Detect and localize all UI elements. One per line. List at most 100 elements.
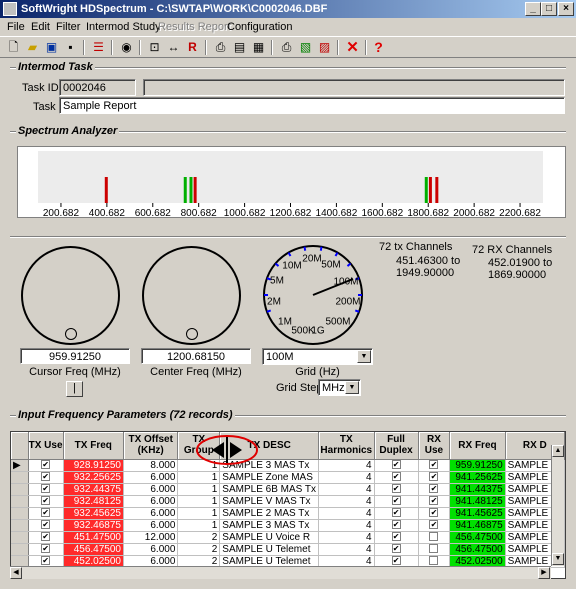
cell-tx-use[interactable]: ✔ bbox=[28, 459, 64, 472]
tx-use-checkbox[interactable]: ✔ bbox=[41, 544, 51, 554]
table-row[interactable]: ✔ 932.45625 6.000 1 SAMPLE 2 MAS Tx 4 ✔ ✔ 941.45… bbox=[11, 507, 565, 520]
col-rx-use[interactable]: RX Use bbox=[418, 432, 451, 460]
cell-tx-desc[interactable]: SAMPLE Zone MAS bbox=[219, 471, 320, 484]
scroll-down-icon[interactable]: ▼ bbox=[552, 553, 564, 565]
cell-tx-desc[interactable]: SAMPLE 3 MAS Tx bbox=[219, 519, 320, 532]
cell-tx-use[interactable]: ✔ bbox=[28, 471, 64, 484]
cell-tx-freq[interactable]: 451.47500 bbox=[63, 531, 125, 544]
cell-full-duplex[interactable]: ✔ bbox=[374, 459, 419, 472]
recalc-icon[interactable]: R bbox=[184, 39, 201, 56]
center-freq-field[interactable]: 1200.68150 bbox=[141, 348, 251, 364]
cell-tx-offset[interactable]: 6.000 bbox=[123, 483, 179, 496]
col-tx-freq[interactable]: TX Freq bbox=[63, 432, 125, 460]
cell-full-duplex[interactable]: ✔ bbox=[374, 471, 419, 484]
select-icon[interactable]: ⊡ bbox=[146, 39, 163, 56]
tx-use-checkbox[interactable]: ✔ bbox=[41, 472, 51, 482]
tx-use-checkbox[interactable]: ✔ bbox=[41, 484, 51, 494]
col-tx-use[interactable]: TX Use bbox=[28, 432, 64, 460]
eye-icon[interactable]: ◉ bbox=[118, 39, 135, 56]
menu-configuration[interactable]: Configuration bbox=[227, 21, 292, 33]
tx-use-checkbox[interactable]: ✔ bbox=[41, 520, 51, 530]
cell-rx-use[interactable]: ✔ bbox=[418, 483, 451, 496]
scroll-right-icon[interactable]: ▶ bbox=[538, 567, 550, 579]
full-duplex-checkbox[interactable]: ✔ bbox=[391, 508, 401, 518]
cell-rx-use[interactable]: ✔ bbox=[418, 495, 451, 508]
cell-tx-harmonics[interactable]: 4 bbox=[318, 471, 375, 484]
cell-rx-freq[interactable]: 456.47500 bbox=[449, 531, 506, 544]
cell-rx-use[interactable]: ✔ bbox=[418, 471, 451, 484]
grid-step-select[interactable]: MHz ▼ bbox=[318, 379, 361, 396]
cell-tx-offset[interactable]: 6.000 bbox=[123, 495, 179, 508]
delete-icon[interactable]: ✕ bbox=[344, 39, 361, 56]
col-full-duplex[interactable]: Full Duplex bbox=[374, 432, 419, 460]
row-selector[interactable]: ▶ bbox=[11, 459, 29, 472]
full-duplex-checkbox[interactable]: ✔ bbox=[391, 460, 401, 470]
cell-full-duplex[interactable]: ✔ bbox=[374, 483, 419, 496]
import-icon[interactable]: ▨ bbox=[316, 39, 333, 56]
row-selector[interactable] bbox=[11, 543, 29, 556]
col-rx-freq[interactable]: RX Freq bbox=[449, 432, 506, 460]
cell-tx-freq[interactable]: 932.48125 bbox=[63, 495, 125, 508]
table-row[interactable]: ✔ 932.46875 6.000 1 SAMPLE 3 MAS Tx 4 ✔ ✔ 941.46… bbox=[11, 519, 565, 532]
cell-tx-use[interactable]: ✔ bbox=[28, 495, 64, 508]
cursor-freq-field[interactable]: 959.91250 bbox=[20, 348, 130, 364]
full-duplex-checkbox[interactable]: ✔ bbox=[391, 532, 401, 542]
cursor-freq-knob[interactable] bbox=[21, 246, 120, 345]
save-icon[interactable]: ▪ bbox=[62, 39, 79, 56]
cell-tx-offset[interactable]: 6.000 bbox=[123, 543, 179, 556]
table-row[interactable]: ✔ 451.47500 12.000 2 SAMPLE U Voice R 4 ✔ 456.4… bbox=[11, 531, 565, 544]
full-duplex-checkbox[interactable]: ✔ bbox=[391, 556, 401, 566]
scroll-left-icon[interactable]: ◀ bbox=[10, 567, 22, 579]
cell-tx-freq[interactable]: 928.91250 bbox=[63, 459, 125, 472]
full-duplex-checkbox[interactable]: ✔ bbox=[391, 520, 401, 530]
close-button[interactable]: × bbox=[558, 2, 574, 16]
row-selector[interactable] bbox=[11, 471, 29, 484]
cell-tx-group[interactable]: 1 bbox=[177, 495, 221, 508]
full-duplex-checkbox[interactable]: ✔ bbox=[391, 472, 401, 482]
cell-tx-harmonics[interactable]: 4 bbox=[318, 459, 375, 472]
print-preview-icon[interactable]: ⎙ bbox=[278, 39, 295, 56]
task-name-input[interactable]: Sample Report bbox=[59, 97, 565, 114]
chevron-down-icon[interactable]: ▼ bbox=[345, 381, 359, 394]
frequency-grid[interactable]: TX Use TX Freq TX Offset (KHz) TX Group … bbox=[10, 431, 566, 579]
row-selector[interactable] bbox=[11, 495, 29, 508]
cell-tx-group[interactable]: 1 bbox=[177, 507, 221, 520]
list-icon[interactable]: ☰ bbox=[90, 39, 107, 56]
cell-tx-harmonics[interactable]: 4 bbox=[318, 519, 375, 532]
cell-rx-freq[interactable]: 941.45625 bbox=[449, 507, 506, 520]
tx-use-checkbox[interactable]: ✔ bbox=[41, 460, 51, 470]
menu-edit[interactable]: Edit bbox=[31, 21, 50, 33]
rx-use-checkbox[interactable]: ✔ bbox=[429, 460, 439, 470]
table-row[interactable]: ✔ 932.25625 6.000 1 SAMPLE Zone MAS 4 ✔ ✔ 941.25… bbox=[11, 471, 565, 484]
cell-tx-use[interactable]: ✔ bbox=[28, 507, 64, 520]
scroll-up-icon[interactable]: ▲ bbox=[552, 445, 564, 457]
menu-filter[interactable]: Filter bbox=[56, 21, 80, 33]
cell-tx-use[interactable]: ✔ bbox=[28, 483, 64, 496]
export-icon[interactable]: ▧ bbox=[297, 39, 314, 56]
cell-rx-use[interactable] bbox=[418, 531, 451, 544]
cell-full-duplex[interactable]: ✔ bbox=[374, 519, 419, 532]
cell-tx-offset[interactable]: 8.000 bbox=[123, 459, 179, 472]
rx-use-checkbox[interactable] bbox=[429, 556, 439, 566]
center-freq-knob[interactable] bbox=[142, 246, 241, 345]
cell-tx-use[interactable]: ✔ bbox=[28, 531, 64, 544]
maximize-button[interactable]: □ bbox=[541, 2, 557, 16]
cell-tx-harmonics[interactable]: 4 bbox=[318, 531, 375, 544]
open-icon[interactable]: ▰ bbox=[24, 39, 41, 56]
menu-intermod-study[interactable]: Intermod Study bbox=[86, 21, 161, 33]
cell-tx-harmonics[interactable]: 4 bbox=[318, 543, 375, 556]
cell-rx-freq[interactable]: 941.25625 bbox=[449, 471, 506, 484]
table-row[interactable]: ✔ 932.48125 6.000 1 SAMPLE V MAS Tx 4 ✔ ✔ 941.48… bbox=[11, 495, 565, 508]
cell-rx-freq[interactable]: 941.48125 bbox=[449, 495, 506, 508]
cell-tx-group[interactable]: 2 bbox=[177, 531, 221, 544]
cell-rx-freq[interactable]: 456.47500 bbox=[449, 543, 506, 556]
cell-rx-freq[interactable]: 941.46875 bbox=[449, 519, 506, 532]
row-selector[interactable] bbox=[11, 483, 29, 496]
tx-use-checkbox[interactable]: ✔ bbox=[41, 556, 51, 566]
cell-tx-desc[interactable]: SAMPLE 2 MAS Tx bbox=[219, 507, 320, 520]
cell-tx-offset[interactable]: 6.000 bbox=[123, 471, 179, 484]
cell-tx-freq[interactable]: 932.46875 bbox=[63, 519, 125, 532]
tx-use-checkbox[interactable]: ✔ bbox=[41, 532, 51, 542]
open-db-icon[interactable]: ▣ bbox=[43, 39, 60, 56]
cell-rx-freq[interactable]: 941.44375 bbox=[449, 483, 506, 496]
